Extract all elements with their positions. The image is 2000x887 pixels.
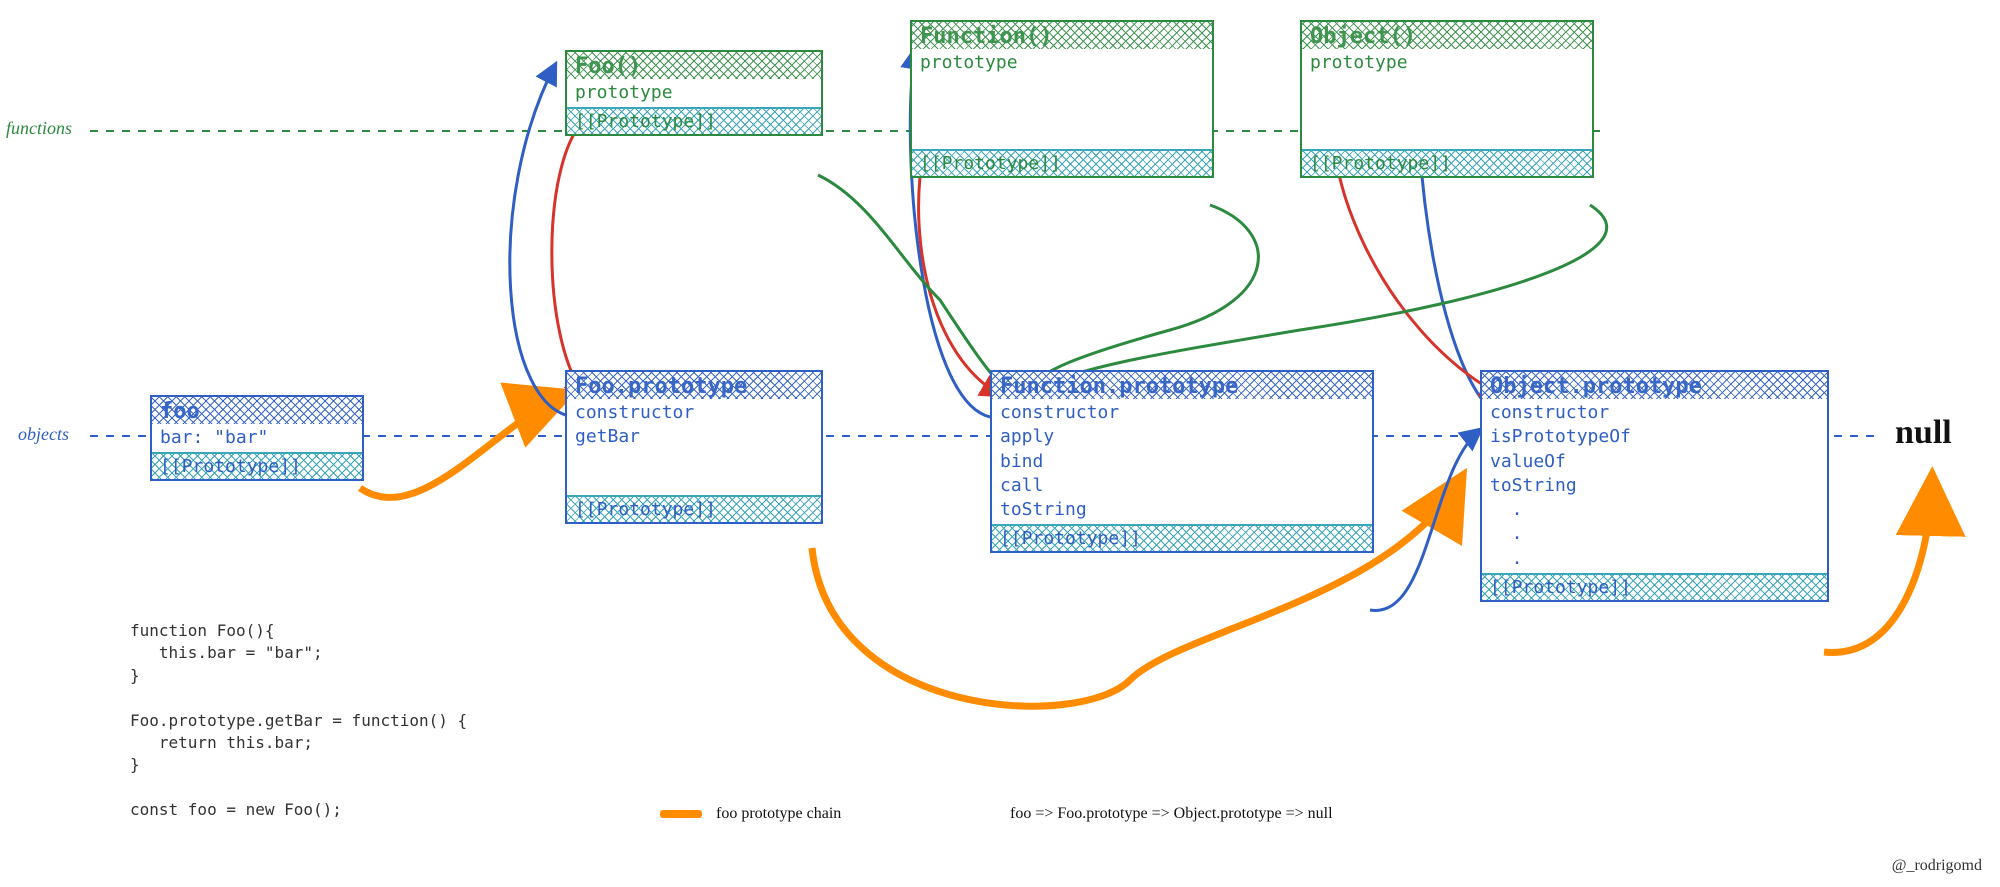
slot: [[Prototype]] <box>575 499 716 520</box>
row-label-functions: functions <box>6 118 72 139</box>
legend-chain-text: foo => Foo.prototype => Object.prototype… <box>1010 805 1333 823</box>
body: constructor getBar <box>567 399 821 495</box>
box-object-constructor: Object() prototype [[Prototype]] <box>1300 20 1594 178</box>
legend-swatch-label: foo prototype chain <box>716 805 841 823</box>
title: Object.prototype <box>1490 374 1702 399</box>
body: bar: "bar" <box>152 424 362 452</box>
slot: [[Prototype]] <box>1490 577 1631 598</box>
box-object-prototype: Object.prototype constructor isPrototype… <box>1480 370 1829 602</box>
code-snippet: function Foo(){ this.bar = "bar"; } Foo.… <box>130 620 467 822</box>
title: Foo.prototype <box>575 374 747 399</box>
title: Function() <box>920 24 1052 49</box>
body: constructor apply bind call toString <box>992 399 1372 524</box>
body: prototype <box>912 49 1212 149</box>
title: foo <box>160 399 200 424</box>
slot: [[Prototype]] <box>1000 528 1141 549</box>
title: Object() <box>1310 24 1416 49</box>
box-foo-instance: foo bar: "bar" [[Prototype]] <box>150 395 364 481</box>
slot: [[Prototype]] <box>575 111 716 132</box>
body: prototype <box>567 79 821 107</box>
title: Function.prototype <box>1000 374 1238 399</box>
box-foo-prototype: Foo.prototype constructor getBar [[Proto… <box>565 370 823 524</box>
body: constructor isPrototypeOf valueOf toStri… <box>1482 399 1827 573</box>
box-foo-constructor: Foo() prototype [[Prototype]] <box>565 50 823 136</box>
slot: [[Prototype]] <box>920 153 1061 174</box>
box-function-constructor: Function() prototype [[Prototype]] <box>910 20 1214 178</box>
title: Foo() <box>575 54 641 79</box>
slot: [[Prototype]] <box>1310 153 1451 174</box>
row-label-objects: objects <box>18 424 69 445</box>
slot: [[Prototype]] <box>160 456 301 477</box>
legend-swatch-orange <box>660 810 702 818</box>
null-terminal: null <box>1895 414 1952 452</box>
body: prototype <box>1302 49 1592 149</box>
box-function-prototype: Function.prototype constructor apply bin… <box>990 370 1374 553</box>
legend: foo prototype chain <box>660 805 841 823</box>
credit: @_rodrigomd <box>1892 857 1982 875</box>
